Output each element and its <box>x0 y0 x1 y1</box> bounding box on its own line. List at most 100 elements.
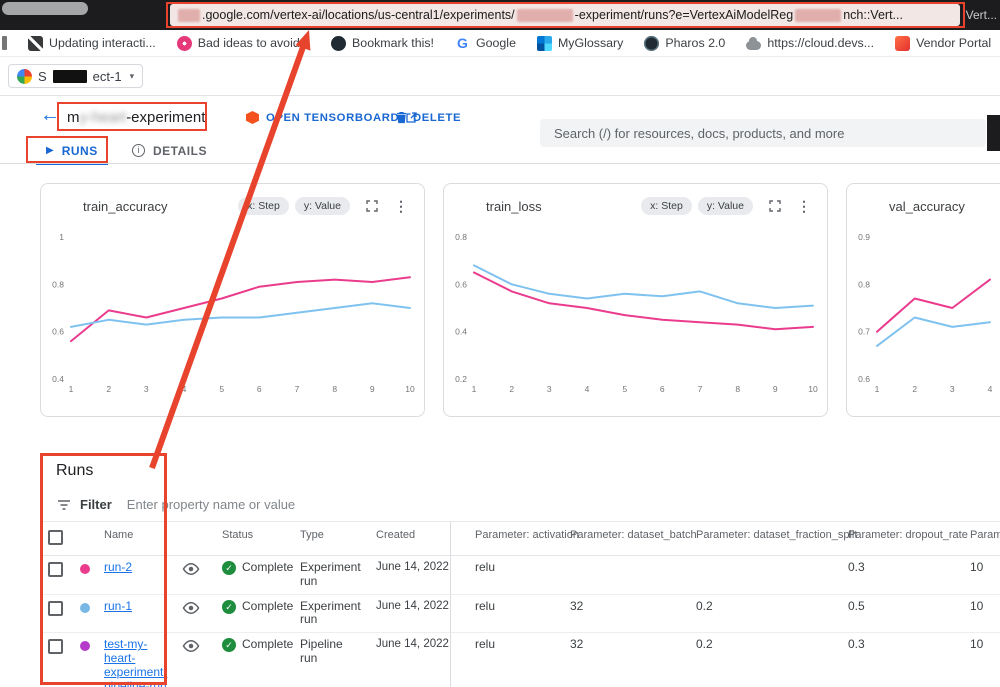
header-name[interactable]: Name <box>96 521 174 556</box>
tab-details[interactable]: i DETAILS <box>122 139 217 162</box>
svg-text:4: 4 <box>585 384 590 394</box>
chart-card-train-accuracy: train_accuracy x: Step y: Value ⋮ 10.80.… <box>40 183 425 417</box>
svg-text:0.8: 0.8 <box>455 232 467 242</box>
status-label: Complete <box>242 561 293 575</box>
console-search-bar[interactable] <box>540 119 986 147</box>
table-header-row: Name Status Type Created Parameter: acti… <box>40 521 1000 556</box>
url-text-segment: /vertex-ai/locations/us-central1/experim… <box>270 8 515 22</box>
clipped-bookmark-icon <box>2 36 7 50</box>
svg-text:8: 8 <box>332 384 337 394</box>
vendor-icon <box>895 36 910 51</box>
param-dataset-fraction-split-cell <box>688 556 840 595</box>
param-dataset-fraction-split-cell: 0.2 <box>688 595 840 634</box>
param-activation-cell: relu <box>450 595 562 634</box>
svg-text:0.6: 0.6 <box>52 327 64 337</box>
svg-text:9: 9 <box>370 384 375 394</box>
red-dots-icon <box>177 36 192 51</box>
chart-menu-icon[interactable]: ⋮ <box>797 198 811 215</box>
eye-icon[interactable] <box>182 602 200 618</box>
open-tensorboard-label: OPEN TENSORBOARD <box>266 112 399 124</box>
chart-menu-icon[interactable]: ⋮ <box>394 198 408 215</box>
row-checkbox[interactable] <box>48 601 63 616</box>
bookmark-item[interactable]: Updating interacti... <box>28 36 156 51</box>
svg-text:0.6: 0.6 <box>455 279 467 289</box>
delete-button[interactable]: DELETE <box>396 111 461 124</box>
header-param-dataset-fraction-split[interactable]: Parameter: dataset_fraction_split <box>688 521 840 556</box>
bookmark-item[interactable]: Bookmark this! <box>331 36 434 51</box>
cloud-icon <box>746 41 761 50</box>
project-picker[interactable]: S ect-1 ▾ <box>8 64 143 88</box>
filter-label: Filter <box>80 497 112 512</box>
y-axis-chip[interactable]: y: Value <box>698 197 753 215</box>
run-link[interactable]: run-2 <box>104 560 132 574</box>
row-checkbox[interactable] <box>48 639 63 654</box>
svg-text:1: 1 <box>875 384 880 394</box>
filter-bar[interactable]: Filter <box>57 496 617 513</box>
bookmark-item[interactable]: https://cloud.devs... <box>746 36 874 50</box>
header-param-activation[interactable]: Parameter: activation <box>450 521 562 556</box>
chart-title: val_accuracy <box>889 199 965 214</box>
tab-runs[interactable]: ▶ RUNS <box>36 139 108 165</box>
browser-topbar: .google.com /vertex-ai/locations/us-cent… <box>0 0 1000 30</box>
header-status[interactable]: Status <box>214 521 292 556</box>
status-cell: ✓ Complete <box>214 556 292 595</box>
fullscreen-icon[interactable] <box>366 200 378 212</box>
row-checkbox[interactable] <box>48 562 63 577</box>
select-all-checkbox[interactable] <box>48 530 63 545</box>
bookmark-item[interactable]: Vendor Portal <box>895 36 991 51</box>
bookmark-label: https://cloud.devs... <box>767 36 874 50</box>
play-icon: ▶ <box>46 145 54 156</box>
bookmark-item[interactable]: Bad ideas to avoid... <box>177 36 310 51</box>
param-clipped-cell: 10 <box>962 556 1000 595</box>
param-dropout-rate-cell: 0.5 <box>840 595 962 634</box>
project-name-prefix: S <box>38 69 47 84</box>
filter-input[interactable] <box>125 496 529 513</box>
tensorboard-icon <box>246 111 259 124</box>
run-color-dot <box>80 564 90 574</box>
header-param-dropout-rate[interactable]: Parameter: dropout_rate <box>840 521 962 556</box>
header-type[interactable]: Type <box>292 521 368 556</box>
header-param-clipped[interactable]: Param <box>962 521 1000 556</box>
delete-label: DELETE <box>413 112 461 124</box>
screen: .google.com /vertex-ai/locations/us-cent… <box>0 0 1000 687</box>
train-accuracy-plot: 10.80.60.412345678910 <box>41 225 424 397</box>
header-created[interactable]: Created <box>368 521 450 556</box>
x-axis-chip[interactable]: x: Step <box>238 197 289 215</box>
check-circle-icon: ✓ <box>222 600 236 614</box>
chart-title: train_loss <box>486 199 542 214</box>
svg-text:5: 5 <box>219 384 224 394</box>
check-circle-icon: ✓ <box>222 561 236 575</box>
param-activation-cell: relu <box>450 556 562 595</box>
tab-details-label: DETAILS <box>153 144 207 158</box>
chart-header: train_loss x: Step y: Value ⋮ <box>444 184 827 219</box>
bookmark-label: MyGlossary <box>558 36 623 50</box>
header-color-cell <box>72 521 96 556</box>
y-axis-chip[interactable]: y: Value <box>295 197 350 215</box>
title-prefix: m <box>67 109 80 126</box>
back-button[interactable]: ← <box>40 104 60 127</box>
title-redacted: y-heart <box>80 109 127 126</box>
row-checkbox-cell <box>40 595 72 634</box>
open-tensorboard-button[interactable]: OPEN TENSORBOARD <box>246 111 417 124</box>
svg-text:0.6: 0.6 <box>858 374 870 384</box>
type-cell: Experiment run <box>292 556 368 595</box>
run-link[interactable]: test-my-heart-experiment-pipeline-run <box>104 637 167 687</box>
fullscreen-icon[interactable] <box>769 200 781 212</box>
status-cell: ✓ Complete <box>214 633 292 687</box>
bookmark-item[interactable]: G Google <box>455 36 516 51</box>
eye-icon[interactable] <box>182 563 200 579</box>
chart-card-train-loss: train_loss x: Step y: Value ⋮ 0.80.60.40… <box>443 183 828 417</box>
run-link[interactable]: run-1 <box>104 599 132 613</box>
param-activation-cell: relu <box>450 633 562 687</box>
bookmark-item[interactable]: MyGlossary <box>537 36 623 51</box>
header-param-dataset-batch[interactable]: Parameter: dataset_batch <box>562 521 688 556</box>
x-axis-chip[interactable]: x: Step <box>641 197 692 215</box>
eye-icon[interactable] <box>182 640 200 656</box>
bookmark-item[interactable]: Pharos 2.0 <box>644 36 725 51</box>
run-color-dot <box>80 641 90 651</box>
header-visibility <box>174 521 214 556</box>
search-input[interactable] <box>552 125 974 142</box>
title-suffix: -experiment <box>126 109 205 126</box>
console-header: S ect-1 ▾ <box>0 57 1000 96</box>
address-bar[interactable]: .google.com /vertex-ai/locations/us-cent… <box>170 4 960 26</box>
